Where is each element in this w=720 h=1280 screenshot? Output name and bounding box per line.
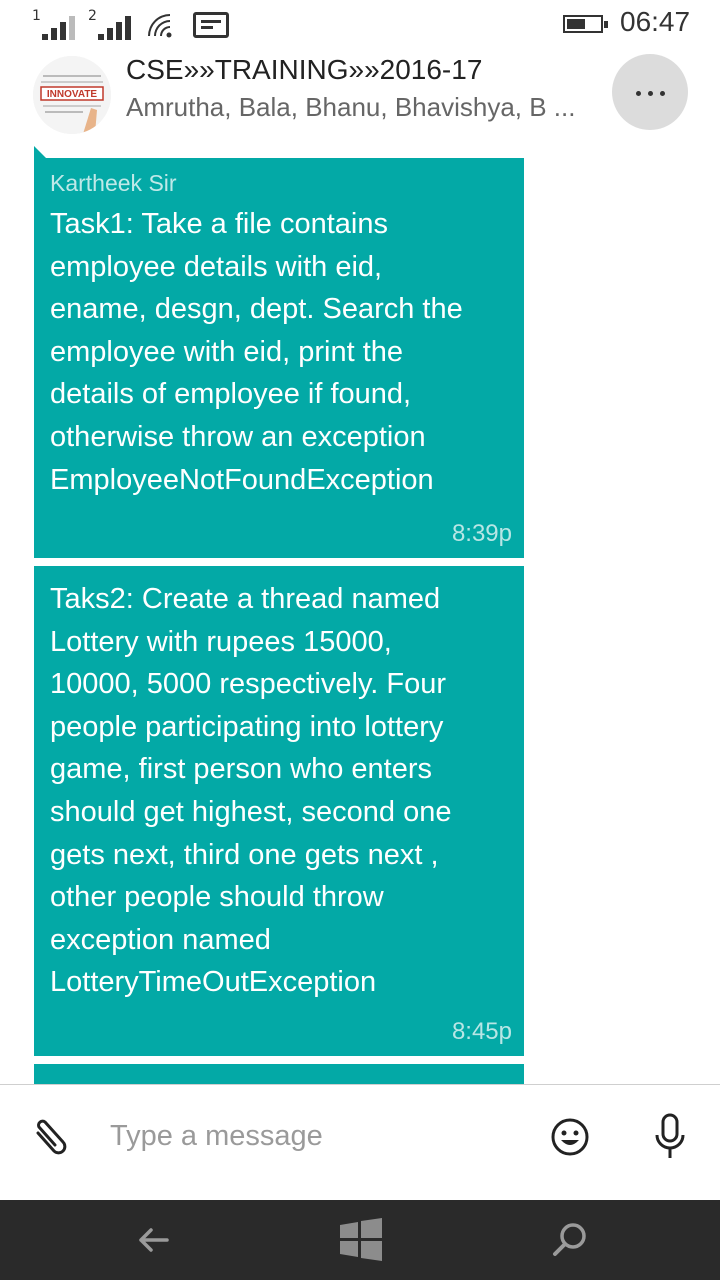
chat-title: CSE»»TRAINING»»2016-17 <box>126 54 483 85</box>
chat-header: INNOVATE CSE»»TRAINING»»2016-17 Amrutha,… <box>0 48 720 140</box>
message-bubble[interactable]: Taks2: Create a thread named Lottery wit… <box>34 566 524 1056</box>
svg-text:INNOVATE: INNOVATE <box>47 89 98 100</box>
message-input[interactable] <box>110 1113 530 1159</box>
status-bar: 1 2 06:47 <box>0 0 720 48</box>
sim1-label: 1 <box>32 8 41 24</box>
innovate-logo-icon: INNOVATE <box>33 56 111 134</box>
wifi-icon <box>148 14 172 38</box>
group-avatar[interactable]: INNOVATE <box>33 56 111 134</box>
smiley-icon[interactable] <box>550 1117 590 1157</box>
message-list[interactable]: Kartheek Sir Task1: Take a file contains… <box>0 140 720 1084</box>
chat-members: Amrutha, Bala, Bhanu, Bhavishya, B ... <box>126 92 576 122</box>
microphone-icon[interactable] <box>654 1113 686 1161</box>
battery-icon <box>563 15 608 33</box>
message-notification-icon <box>193 12 229 38</box>
message-time: 8:39p <box>451 520 512 547</box>
search-icon[interactable] <box>546 1216 594 1264</box>
back-arrow-icon[interactable] <box>129 1216 177 1264</box>
windows-logo-icon[interactable] <box>337 1216 385 1264</box>
compose-bar <box>0 1084 720 1200</box>
system-nav-bar <box>0 1200 720 1280</box>
message-bubble[interactable]: Kartheek Sir Task1: Take a file contains… <box>34 158 524 558</box>
bubble-tail <box>34 146 46 158</box>
sim2-label: 2 <box>88 8 97 24</box>
clock: 06:47 <box>620 6 691 37</box>
message-sender: Kartheek Sir <box>50 170 177 196</box>
message-text: Taks2: Create a thread named Lottery wit… <box>50 583 452 999</box>
more-options-button[interactable] <box>612 54 688 130</box>
message-bubble-partial[interactable] <box>34 1064 524 1084</box>
paperclip-icon[interactable] <box>30 1115 72 1161</box>
message-time: 8:45p <box>451 1018 512 1045</box>
message-text: Task1: Take a file contains employee det… <box>50 208 463 496</box>
